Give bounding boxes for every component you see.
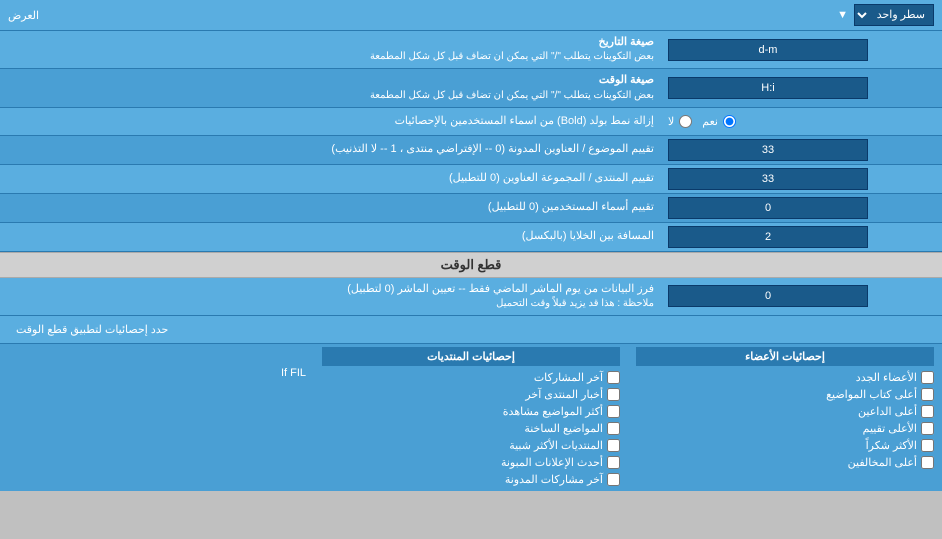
bold-row: نعم لا إزالة نمط بولد (Bold) من اسماء ال…: [0, 108, 942, 136]
checkbox-hot-topics: المواضيع الساخنة: [322, 420, 620, 437]
time-format-input[interactable]: [668, 77, 868, 99]
gap-cells-row: المسافة بين الخلايا (بالبكسل): [0, 223, 942, 252]
limit-row: حدد إحصائيات لتطبيق قطع الوقت: [0, 316, 942, 344]
order-users-row: تقييم أسماء المستخدمين (0 للتطبيل): [0, 194, 942, 223]
top-header: سطر واحد سطرين ثلاثة أسطر ▼ العرض: [0, 0, 942, 31]
order-forum-input[interactable]: [668, 168, 868, 190]
order-users-input-cell: [662, 194, 942, 222]
top-label: العرض: [8, 9, 39, 22]
checkbox-top-rated-input[interactable]: [921, 422, 934, 435]
checkbox-last-blog-posts: آخر مشاركات المدونة: [322, 471, 620, 488]
checkbox-col-members: إحصائيات الأعضاء الأعضاء الجدد أعلى كتاب…: [628, 344, 942, 491]
gap-cells-label: المسافة بين الخلايا (بالبكسل): [0, 225, 662, 248]
filter-label: فرز البيانات من يوم الماشر الماضي فقط --…: [0, 278, 662, 315]
bold-radio-cell: نعم لا: [662, 112, 942, 131]
checkbox-most-thanks: الأكثر شكراً: [636, 437, 934, 454]
date-format-row: صيغة التاريخ بعض التكوينات يتطلب "/" الت…: [0, 31, 942, 69]
bold-label: إزالة نمط بولد (Bold) من اسماء المستخدمي…: [0, 110, 662, 133]
order-users-input[interactable]: [668, 197, 868, 219]
time-format-input-cell: [662, 74, 942, 102]
checkbox-top-writers-input[interactable]: [921, 388, 934, 401]
date-format-input[interactable]: [668, 39, 868, 61]
bottom-note: If FIL: [8, 347, 306, 379]
checkbox-section: إحصائيات الأعضاء الأعضاء الجدد أعلى كتاب…: [0, 344, 942, 491]
checkbox-most-similar: المنتديات الأكثر شبية: [322, 437, 620, 454]
checkbox-top-rated: الأعلى تقييم: [636, 420, 934, 437]
checkbox-new-members-input[interactable]: [921, 371, 934, 384]
checkbox-new-members: الأعضاء الجدد: [636, 369, 934, 386]
order-forum-label: تقييم المنتدى / المجموعة العناوين (0 للت…: [0, 167, 662, 190]
checkbox-latest-ads: أحدث الإعلانات المبونة: [322, 454, 620, 471]
col2-header: إحصائيات المنتديات: [322, 347, 620, 366]
order-forum-row: تقييم المنتدى / المجموعة العناوين (0 للت…: [0, 165, 942, 194]
bold-radio-yes[interactable]: [723, 115, 736, 128]
order-users-label: تقييم أسماء المستخدمين (0 للتطبيل): [0, 196, 662, 219]
checkbox-last-blog-posts-input[interactable]: [607, 473, 620, 486]
bold-radio-group: نعم لا: [668, 115, 738, 128]
gap-cells-input[interactable]: [668, 226, 868, 248]
checkbox-most-thanks-input[interactable]: [921, 439, 934, 452]
time-format-row: صيغة الوقت بعض التكوينات يتطلب "/" التي …: [0, 69, 942, 107]
order-topics-row: تقييم الموضوع / العناوين المدونة (0 -- ا…: [0, 136, 942, 165]
checkbox-forum-news: أخبار المنتدى آخر: [322, 386, 620, 403]
order-topics-label: تقييم الموضوع / العناوين المدونة (0 -- ا…: [0, 138, 662, 161]
checkbox-most-viewed: أكثر المواضيع مشاهدة: [322, 403, 620, 420]
checkbox-last-posts-input[interactable]: [607, 371, 620, 384]
checkbox-col-forums: إحصائيات المنتديات آخر المشاركات أخبار ا…: [314, 344, 628, 491]
checkbox-last-posts: آخر المشاركات: [322, 369, 620, 386]
checkbox-top-inviters-input[interactable]: [921, 405, 934, 418]
filter-input-cell: [662, 282, 942, 310]
checkbox-top-violations-input[interactable]: [921, 456, 934, 469]
filter-row: فرز البيانات من يوم الماشر الماضي فقط --…: [0, 278, 942, 316]
checkbox-most-viewed-input[interactable]: [607, 405, 620, 418]
order-topics-input[interactable]: [668, 139, 868, 161]
checkbox-forum-news-input[interactable]: [607, 388, 620, 401]
limit-label: حدد إحصائيات لتطبيق قطع الوقت: [8, 320, 176, 339]
checkbox-col-note: If FIL: [0, 344, 314, 491]
order-topics-input-cell: [662, 136, 942, 164]
checkbox-top-violations: أعلى المخالفين: [636, 454, 934, 471]
col1-header: إحصائيات الأعضاء: [636, 347, 934, 366]
date-format-input-cell: [662, 36, 942, 64]
time-format-label: صيغة الوقت بعض التكوينات يتطلب "/" التي …: [0, 69, 662, 106]
order-forum-input-cell: [662, 165, 942, 193]
checkbox-top-inviters: أعلى الداعين: [636, 403, 934, 420]
checkbox-most-similar-input[interactable]: [607, 439, 620, 452]
checkbox-top-writers: أعلى كتاب المواضيع: [636, 386, 934, 403]
checkbox-latest-ads-input[interactable]: [607, 456, 620, 469]
date-format-label: صيغة التاريخ بعض التكوينات يتطلب "/" الت…: [0, 31, 662, 68]
checkbox-hot-topics-input[interactable]: [607, 422, 620, 435]
bold-radio-no[interactable]: [679, 115, 692, 128]
gap-cells-input-cell: [662, 223, 942, 251]
display-select[interactable]: سطر واحد سطرين ثلاثة أسطر: [854, 4, 934, 26]
realtime-section-header: قطع الوقت: [0, 252, 942, 278]
filter-input[interactable]: [668, 285, 868, 307]
